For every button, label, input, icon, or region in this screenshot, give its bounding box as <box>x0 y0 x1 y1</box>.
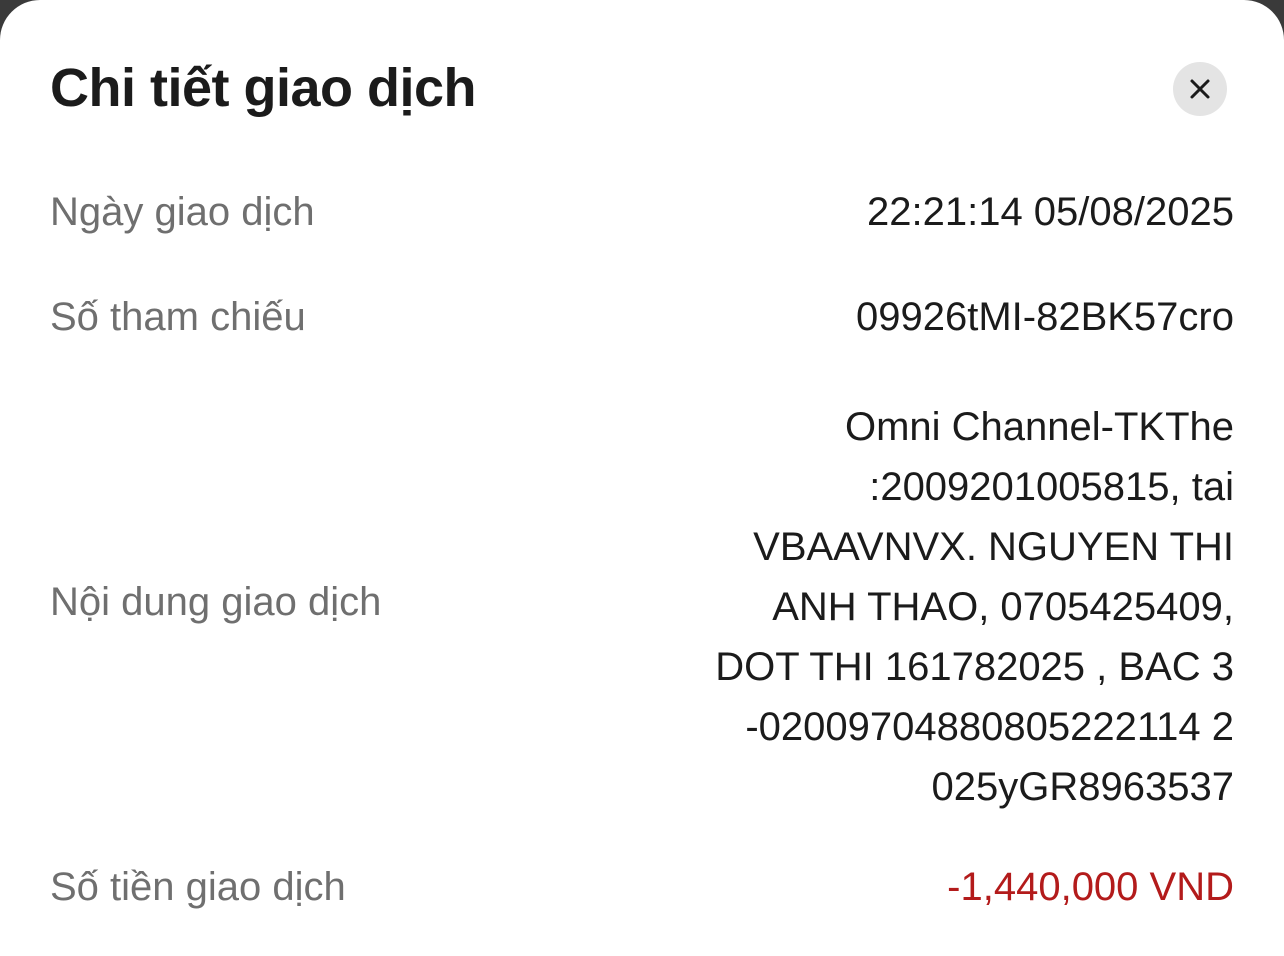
content-line: VBAAVNVX. NGUYEN THI <box>753 525 1234 569</box>
transaction-amount-value: -1,440,000 VND <box>947 865 1234 909</box>
page-title: Chi tiết giao dịch <box>50 58 477 118</box>
transaction-amount-label: Số tiền giao dịch <box>50 865 346 909</box>
reference-number-label: Số tham chiếu <box>50 295 306 339</box>
content-line: ANH THAO, 0705425409, <box>772 585 1234 629</box>
content-line: 025yGR8963537 <box>931 765 1234 809</box>
transaction-date-label: Ngày giao dịch <box>50 190 315 234</box>
transaction-content-value: Omni Channel-TKThe :2009201005815, tai V… <box>634 397 1234 817</box>
content-line: :2009201005815, tai <box>869 465 1234 509</box>
close-button[interactable] <box>1173 62 1227 116</box>
transaction-content-label: Nội dung giao dịch <box>50 580 382 624</box>
reference-number-value: 09926tMI-82BK57cro <box>855 295 1234 339</box>
content-line: DOT THI 161782025 , BAC 3 <box>715 645 1234 689</box>
content-line: Omni Channel-TKThe <box>844 405 1234 449</box>
transaction-detail-sheet: Chi tiết giao dịch Ngày giao dịch 22:21:… <box>0 0 1284 956</box>
transaction-date-value: 22:21:14 05/08/2025 <box>866 190 1234 234</box>
content-line: -02009704880805222114 2 <box>745 705 1234 749</box>
close-icon <box>1190 79 1210 99</box>
